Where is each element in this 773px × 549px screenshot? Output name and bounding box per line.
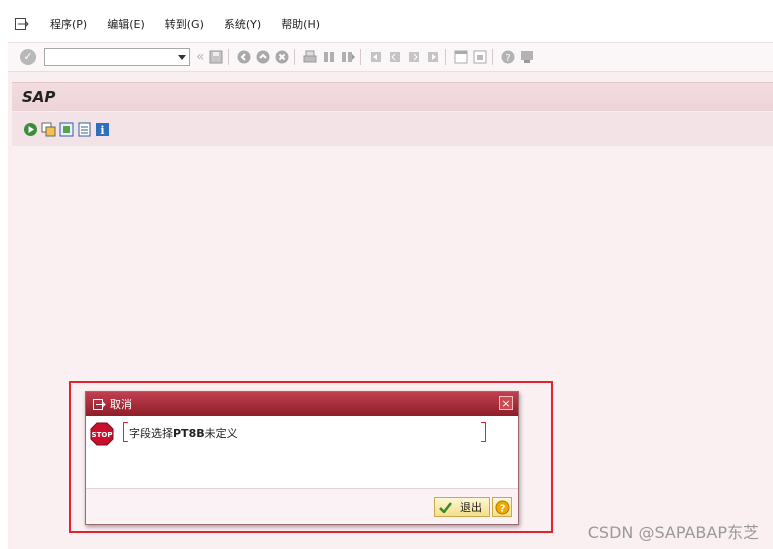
application-toolbar: i (12, 112, 773, 146)
list-icon[interactable] (76, 121, 92, 137)
double-chevron-icon[interactable]: « (196, 49, 205, 65)
message-prefix: 字段选择 (129, 427, 173, 440)
stop-icon: STOP (90, 422, 114, 446)
dialog-footer-divider (86, 488, 518, 489)
menu-edit[interactable]: 编辑(E) (107, 16, 145, 32)
exit-button[interactable]: 退出 (434, 497, 490, 517)
new-session-icon[interactable] (453, 49, 469, 65)
shortcut-icon[interactable] (472, 49, 488, 65)
menu-bar: 程序(P) 编辑(E) 转到(G) 系统(Y) 帮助(H) (8, 6, 773, 42)
menu-help[interactable]: 帮助(H) (281, 16, 320, 32)
checkmark-icon (438, 500, 452, 514)
cancel-dialog: 取消 × STOP 字段选择PT8B未定义 退出 ? (85, 391, 519, 525)
toolbar-separator (293, 49, 295, 65)
bracket-right (481, 422, 486, 442)
find-icon[interactable] (321, 49, 337, 65)
toolbar-separator (359, 49, 361, 65)
previous-page-icon[interactable] (387, 49, 403, 65)
svg-text:i: i (100, 124, 104, 137)
help-icon[interactable]: ? (500, 49, 516, 65)
save-icon[interactable] (208, 49, 224, 65)
dialog-window-icon (92, 397, 106, 411)
menu-system[interactable]: 系统(Y) (224, 16, 261, 32)
svg-text:?: ? (505, 53, 510, 64)
next-page-icon[interactable] (406, 49, 422, 65)
dialog-header: 取消 × (86, 392, 518, 416)
help-button[interactable]: ? (492, 497, 512, 517)
menu-program[interactable]: 程序(P) (50, 16, 87, 32)
command-field[interactable] (44, 48, 190, 66)
customize-layout-icon[interactable] (519, 49, 535, 65)
back-icon[interactable] (236, 49, 252, 65)
last-page-icon[interactable] (425, 49, 441, 65)
toolbar-separator (444, 49, 446, 65)
first-page-icon[interactable] (368, 49, 384, 65)
exit-button-label: 退出 (460, 501, 482, 514)
chevron-down-icon[interactable] (175, 50, 189, 64)
close-button[interactable]: × (499, 396, 513, 410)
selection-options-icon[interactable] (58, 121, 74, 137)
error-message: 字段选择PT8B未定义 (129, 425, 238, 441)
svg-text:?: ? (499, 503, 505, 514)
dialog-message-area: STOP 字段选择PT8B未定义 (86, 416, 518, 488)
exit-icon[interactable] (255, 49, 271, 65)
toolbar-separator (491, 49, 493, 65)
screen-title-bar: SAP (12, 82, 773, 111)
execute-icon[interactable] (22, 121, 38, 137)
toolbar-separator (227, 49, 229, 65)
message-suffix: 未定义 (204, 427, 238, 440)
find-next-icon[interactable] (340, 49, 356, 65)
bracket-left (123, 422, 128, 442)
information-icon[interactable]: i (94, 121, 110, 137)
page-title: SAP (22, 88, 56, 106)
svg-text:STOP: STOP (92, 431, 113, 439)
menu-goto[interactable]: 转到(G) (165, 16, 204, 32)
standard-toolbar: ✓ « ? (8, 42, 773, 72)
system-menu-icon[interactable] (14, 16, 30, 32)
cancel-icon[interactable] (274, 49, 290, 65)
dialog-title: 取消 (110, 398, 132, 411)
message-code: PT8B (173, 427, 205, 440)
print-icon[interactable] (302, 49, 318, 65)
enter-check-icon[interactable]: ✓ (20, 49, 36, 65)
watermark: CSDN @SAPABAP东芝 (587, 523, 759, 542)
variants-icon[interactable] (40, 121, 56, 137)
